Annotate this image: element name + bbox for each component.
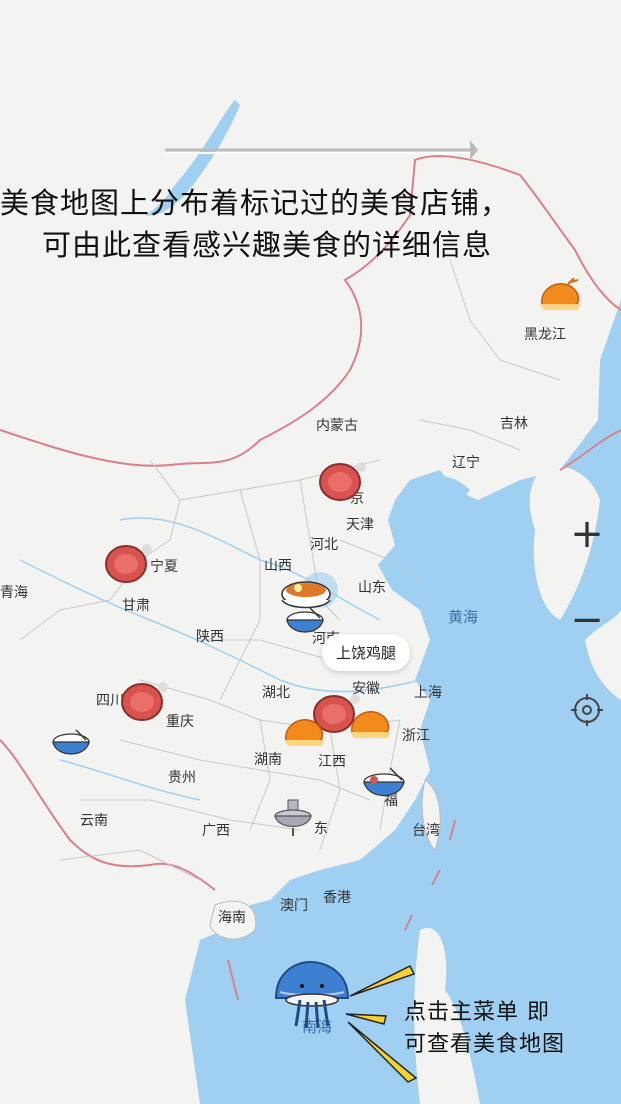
province-label-hainan: 海南 — [218, 910, 246, 926]
hotpot-marker[interactable] — [272, 796, 314, 838]
province-label-shaanxi: 陕西 — [196, 629, 224, 645]
meat-marker-beijing[interactable] — [316, 458, 370, 504]
province-label-guangdong: 东 — [314, 821, 328, 837]
locate-button[interactable] — [565, 688, 609, 732]
province-label-gansu: 甘肃 — [122, 598, 150, 614]
rice-bowl-marker-henan[interactable] — [284, 606, 326, 642]
rice-bowl-marker-yunnan[interactable] — [50, 728, 92, 764]
hint-line-1: 点击主菜单 即 — [404, 1000, 550, 1025]
province-label-guangxi: 广西 — [202, 823, 230, 839]
province-label-zhejiang: 浙江 — [402, 728, 430, 744]
province-label-tianjin: 天津 — [346, 517, 374, 533]
zoom-out-icon: − — [570, 597, 604, 643]
headline-line-2: 可由此查看感兴趣美食的详细信息 — [42, 228, 493, 262]
province-label-hongkong: 香港 — [323, 890, 351, 906]
province-label-taiwan: 台湾 — [412, 823, 440, 839]
zoom-in-icon: + — [570, 511, 604, 557]
province-label-qinghai: 青海 — [0, 585, 28, 601]
province-label-hebei: 河北 — [310, 537, 338, 553]
province-label-hunan: 湖南 — [254, 752, 282, 768]
province-label-guizhou: 贵州 — [168, 770, 196, 786]
zoom-out-button[interactable]: − — [565, 598, 609, 642]
hint-line-2: 可查看美食地图 — [404, 1032, 566, 1057]
province-label-liaoning: 辽宁 — [452, 455, 480, 471]
province-label-hubei: 湖北 — [262, 685, 290, 701]
rice-bowl-marker-fujian[interactable] — [360, 766, 408, 806]
zoom-in-button[interactable]: + — [565, 512, 609, 556]
meat-marker-sichuan[interactable] — [118, 678, 172, 724]
store-popup[interactable]: 上饶鸡腿 — [322, 634, 411, 671]
roast-chicken-marker[interactable] — [538, 278, 582, 312]
province-label-yunnan: 云南 — [80, 813, 108, 829]
province-label-shanghai: 上海 — [414, 685, 442, 701]
province-label-jiangxi: 江西 — [318, 754, 346, 770]
province-label-jilin: 吉林 — [500, 416, 528, 432]
sea-label-yellow-sea: 黄海 — [448, 608, 479, 626]
meat-marker-ningxia[interactable] — [102, 540, 156, 586]
crosshair-icon — [571, 694, 603, 726]
roast-chicken-marker-anhui[interactable] — [348, 706, 392, 740]
province-label-shandong: 山东 — [358, 580, 386, 596]
province-label-neimenggu: 内蒙古 — [316, 418, 358, 434]
headline-line-1: 美食地图上分布着标记过的美食店铺， — [0, 186, 511, 220]
province-label-heilongjiang: 黑龙江 — [524, 327, 566, 343]
province-label-macau: 澳门 — [280, 898, 308, 914]
roast-chicken-marker-hunan[interactable] — [282, 714, 326, 748]
